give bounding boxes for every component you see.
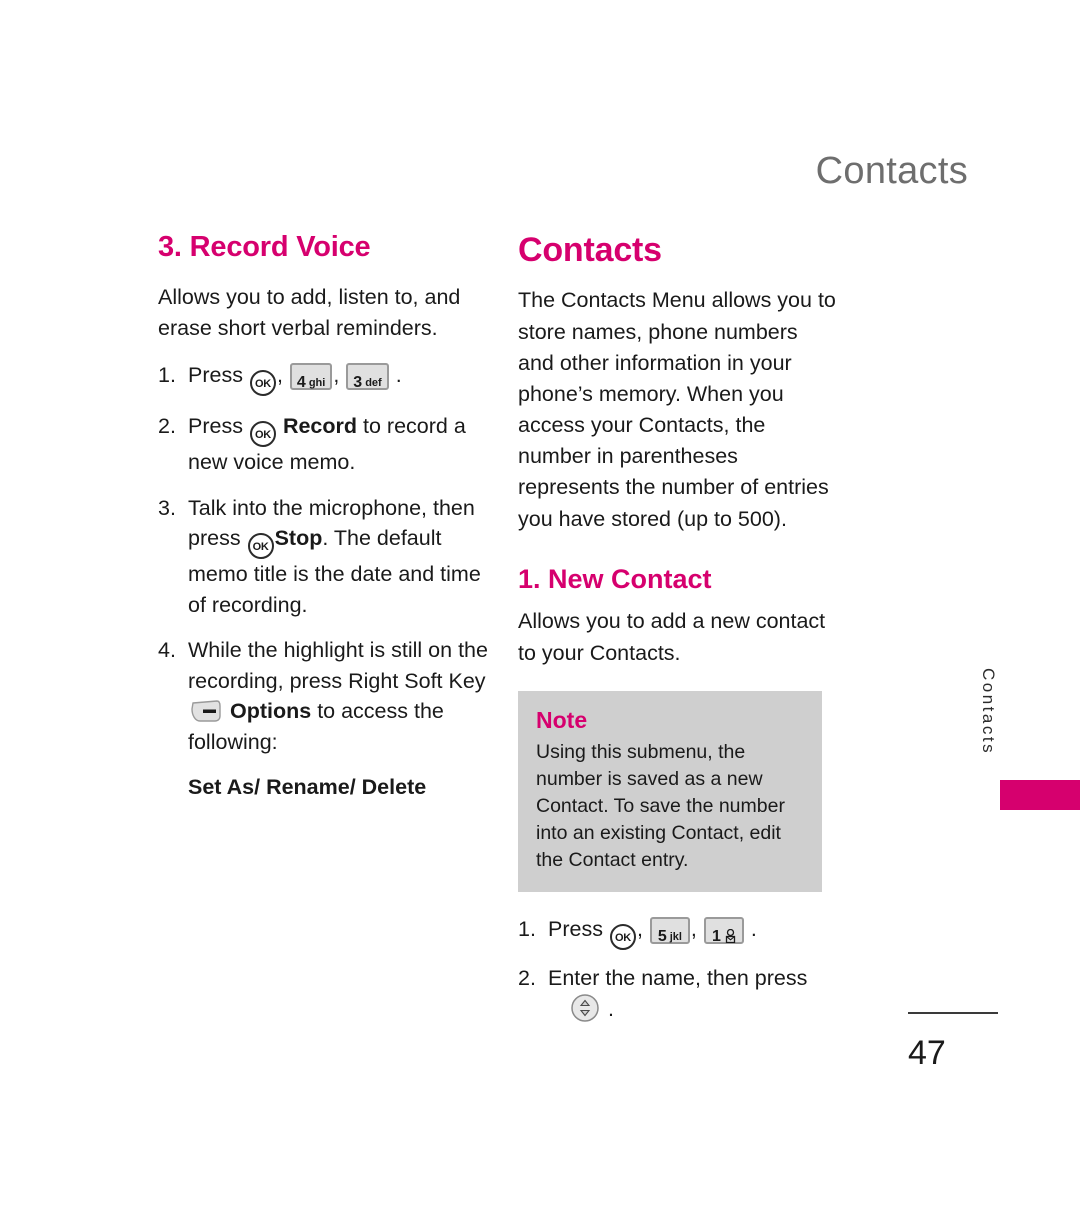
step-bold-label: Record	[282, 414, 358, 439]
navigation-key-icon	[570, 993, 600, 1023]
step-item: 1. Press OK, 5 jkl, 1 .	[518, 914, 836, 950]
step-number: 2.	[158, 414, 176, 439]
5-jkl-key-icon: 5 jkl	[649, 916, 690, 945]
sub-title-new-contact: 1. New Contact	[518, 563, 712, 594]
options-list: Set As/ Rename/ Delete	[188, 775, 427, 800]
note-box: Note Using this submenu, the number is s…	[518, 690, 822, 892]
comma-separator: ,	[276, 363, 283, 388]
right-soft-key-icon	[191, 700, 221, 723]
step-item: 3. Talk into the microphone, then press …	[158, 493, 496, 621]
step-bold-label: Stop	[274, 526, 323, 551]
record-voice-intro: Allows you to add, listen to, and erase …	[158, 284, 461, 341]
step-number: 2.	[518, 965, 536, 990]
page-number: 47	[908, 1034, 946, 1072]
new-contact-intro: Allows you to add a new contact to your …	[518, 609, 826, 665]
key-digit: 3	[353, 374, 363, 392]
step-number: 1.	[158, 363, 176, 388]
section-title-record-voice: 3. Record Voice	[158, 231, 371, 263]
step-text-end: .	[395, 363, 402, 388]
step-text: Enter the name, then press	[548, 965, 808, 990]
right-column: Contacts The Contacts Menu allows you to…	[518, 231, 836, 1038]
step-item: 4. While the highlight is still on the r…	[158, 635, 496, 757]
section-title-contacts: Contacts	[518, 231, 662, 269]
key-letters: def	[365, 377, 382, 390]
key-letters: jkl	[669, 930, 682, 943]
step-text-end: .	[750, 916, 757, 941]
ok-key-icon: OK	[247, 533, 274, 560]
key-letters: ghi	[308, 377, 326, 390]
record-voice-steps: 1. Press OK, 4 ghi, 3 def . 2. Press OK Re…	[158, 360, 496, 757]
step-number: 1.	[518, 916, 536, 941]
key-digit: 1	[711, 927, 721, 945]
manual-page: Contacts 3. Record Voice Allows you to a…	[0, 0, 1080, 1219]
voicemail-icon	[725, 921, 736, 944]
note-body: Using this submenu, the number is saved …	[536, 741, 785, 872]
ok-key-icon: OK	[249, 421, 276, 448]
note-title: Note	[536, 706, 588, 733]
1-voicemail-key-icon: 1	[703, 916, 744, 945]
comma-separator: ,	[636, 916, 643, 941]
contacts-intro: The Contacts Menu allows you to store na…	[518, 288, 836, 531]
left-column: 3. Record Voice Allows you to add, liste…	[158, 231, 496, 802]
step-text-end: .	[607, 997, 614, 1022]
step-item: 2. Press OK Record to record a new voice…	[158, 411, 496, 478]
step-text-end: to access the following:	[188, 699, 444, 754]
step-bold-label: Options	[229, 699, 312, 724]
step-item: 2. Enter the name, then press .	[518, 963, 836, 1025]
new-contact-steps: 1. Press OK, 5 jkl, 1 . 2. Enter the name…	[518, 914, 836, 1025]
step-text: Press	[188, 363, 243, 388]
key-digit: 5	[657, 927, 667, 945]
3-def-key-icon: 3 def	[346, 363, 389, 392]
4-ghi-key-icon: 4 ghi	[289, 363, 333, 392]
comma-separator: ,	[333, 363, 340, 388]
footer-divider	[908, 1012, 998, 1014]
step-number: 4.	[158, 638, 176, 663]
ok-key-icon: OK	[609, 923, 636, 950]
step-item: 1. Press OK, 4 ghi, 3 def .	[158, 360, 496, 397]
step-number: 3.	[158, 495, 176, 520]
running-header-title: Contacts	[815, 150, 968, 192]
side-tab-marker	[1000, 780, 1080, 810]
ok-key-icon: OK	[249, 370, 276, 397]
step-text: Press	[188, 414, 243, 439]
comma-separator: ,	[690, 916, 697, 941]
step-text: While the highlight is still on the reco…	[188, 638, 488, 693]
side-tab-label: Contacts	[979, 668, 998, 756]
key-digit: 4	[296, 374, 306, 392]
step-text: Press	[548, 916, 603, 941]
